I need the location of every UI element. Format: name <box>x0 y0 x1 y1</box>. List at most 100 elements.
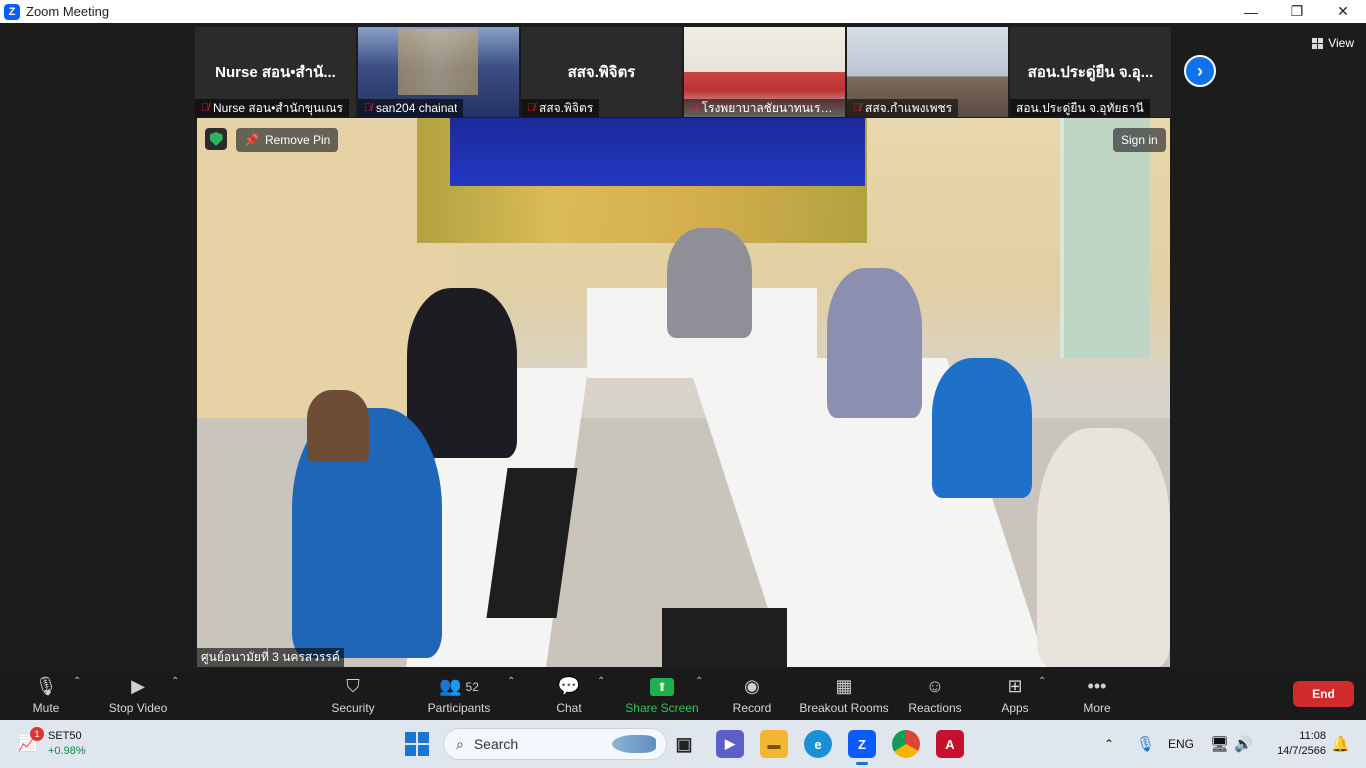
video-scene <box>932 358 1032 498</box>
stock-widget[interactable]: 📈 1 SET50 +0.98% <box>18 726 86 762</box>
zoom-app-icon[interactable]: Z <box>848 730 876 765</box>
breakout-rooms-button[interactable]: ▦ Breakout Rooms <box>798 668 890 720</box>
mic-muted-icon: 🎙̸ <box>200 102 210 114</box>
apps-options-caret[interactable]: ⌃ <box>1038 676 1046 687</box>
windows-taskbar: 📈 1 SET50 +0.98% ⌕ Search ▣ ▶ ▬ e Z A ⌃ … <box>0 720 1366 768</box>
encryption-shield-icon[interactable] <box>205 128 227 150</box>
record-icon: ◉ <box>744 676 760 696</box>
participants-count: 52 <box>465 679 479 694</box>
mute-label: Mute <box>32 700 60 715</box>
maximize-button[interactable]: ❐ <box>1274 0 1320 23</box>
view-button[interactable]: View <box>1312 33 1354 53</box>
record-button[interactable]: ◉ Record <box>730 668 774 720</box>
security-label: Security <box>331 700 375 715</box>
participant-caption: 🎙̸ โรงพยาบาลชัยนาทนเรนทร <box>684 99 845 117</box>
apps-button[interactable]: ⊞ Apps <box>998 668 1032 720</box>
participant-thumbnail[interactable]: สสจ.พิจิตร 🎙̸ สสจ.พิจิตร <box>521 27 682 117</box>
mic-muted-icon: 🎙̸ <box>363 102 373 114</box>
edge-browser-icon[interactable]: e <box>804 730 832 758</box>
meet-chat-icon[interactable]: ▶ <box>716 730 744 758</box>
view-button-label: View <box>1328 36 1354 50</box>
apps-label: Apps <box>1001 700 1029 715</box>
language-indicator[interactable]: ENG <box>1168 720 1194 768</box>
share-screen-label: Share Screen <box>625 700 699 715</box>
share-options-caret[interactable]: ⌃ <box>695 676 703 687</box>
minimize-button[interactable]: — <box>1228 0 1274 23</box>
show-hidden-icons-button[interactable]: ⌃ <box>1104 720 1114 768</box>
participant-name: สอน.ประดู่ยืน จ.อุทัยธานี <box>1016 100 1144 115</box>
taskbar-search[interactable]: ⌕ Search <box>443 728 667 760</box>
video-scene <box>662 608 787 667</box>
video-camera-icon: ▶ <box>131 676 145 696</box>
reactions-button[interactable]: ☺ Reactions <box>906 668 964 720</box>
participant-display-name: Nurse สอน•สำนั... <box>215 64 336 81</box>
sign-in-button[interactable]: Sign in <box>1113 128 1166 152</box>
participants-options-caret[interactable]: ⌃ <box>507 676 515 687</box>
microphone-in-use-icon[interactable]: 🎙 <box>1136 720 1155 768</box>
chevron-right-icon: › <box>1197 60 1203 81</box>
volume-icon[interactable]: 🔊 <box>1234 720 1253 768</box>
participant-name: Nurse สอน•สำนักขุนเณร <box>213 100 343 115</box>
chat-button[interactable]: 💬 Chat <box>552 668 586 720</box>
participant-display-name: สอน.ประดู่ยืน จ.อุ... <box>1027 64 1154 81</box>
next-page-button[interactable]: › <box>1184 55 1216 87</box>
smiley-icon: ☺ <box>925 676 945 696</box>
clock-time: 11:08 <box>1299 730 1326 742</box>
remove-pin-button[interactable]: 📌 Remove Pin <box>236 128 339 152</box>
chat-bubble-icon: 💬 <box>557 676 581 696</box>
end-meeting-button[interactable]: End <box>1293 681 1354 707</box>
notification-badge: 1 <box>30 727 44 741</box>
clock-date: 14/7/2566 <box>1277 745 1326 757</box>
participant-thumbnail[interactable]: 🎙̸ โรงพยาบาลชัยนาทนเรนทร <box>684 27 845 117</box>
stop-video-label: Stop Video <box>108 700 168 715</box>
mute-button[interactable]: 🎙 Mute <box>26 668 66 720</box>
grid-view-icon <box>1312 37 1324 49</box>
breakout-rooms-label: Breakout Rooms <box>799 700 889 715</box>
video-scene <box>827 268 922 418</box>
participant-caption: 🎙̸ Nurse สอน•สำนักขุนเณร <box>195 99 349 117</box>
close-button[interactable]: ✕ <box>1320 0 1366 23</box>
participant-caption: 🎙̸ สสจ.พิจิตร <box>521 99 600 117</box>
file-explorer-icon[interactable]: ▬ <box>760 730 788 758</box>
record-label: Record <box>732 700 772 715</box>
audio-options-caret[interactable]: ⌃ <box>73 676 81 687</box>
reactions-label: Reactions <box>908 700 962 715</box>
participant-thumbnail[interactable]: สอน.ประดู่ยืน จ.อุ... สอน.ประดู่ยืน จ.อุ… <box>1010 27 1171 117</box>
video-options-caret[interactable]: ⌃ <box>171 676 179 687</box>
video-scene <box>307 390 369 462</box>
taskbar-clock[interactable]: 11:08 14/7/2566 <box>1266 729 1326 759</box>
mic-muted-icon: 🎙̸ <box>689 102 698 114</box>
participant-thumbnail[interactable]: Nurse สอน•สำนั... 🎙̸ Nurse สอน•สำนักขุนเ… <box>195 27 356 117</box>
video-scene <box>450 118 865 186</box>
chat-options-caret[interactable]: ⌃ <box>597 676 605 687</box>
task-view-icon[interactable]: ▣ <box>670 730 698 758</box>
window-title-bar: Z Zoom Meeting — ❐ ✕ <box>0 0 1366 23</box>
search-icon: ⌕ <box>456 735 464 752</box>
more-label: More <box>1083 700 1111 715</box>
chrome-browser-icon[interactable] <box>892 730 920 758</box>
participant-thumbnail-strip: Nurse สอน•สำนั... 🎙̸ Nurse สอน•สำนักขุนเ… <box>195 27 1171 117</box>
share-screen-button[interactable]: ⬆ Share Screen <box>624 668 700 720</box>
search-label: Search <box>473 736 519 752</box>
participant-name: สสจ.กำแพงเพชร <box>865 100 953 115</box>
microphone-icon: 🎙 <box>34 676 58 696</box>
share-arrow-icon: ⬆ <box>650 677 674 696</box>
participant-thumbnail[interactable]: 🎙̸ san204 chainat <box>358 27 519 117</box>
windows-start-button[interactable] <box>405 732 429 756</box>
notification-bell-icon[interactable]: 🔔 <box>1331 735 1350 753</box>
more-button[interactable]: ••• More <box>1080 668 1114 720</box>
participants-button[interactable]: 👥 52 Participants <box>424 668 494 720</box>
participant-caption: สอน.ประดู่ยืน จ.อุทัยธานี <box>1010 99 1150 117</box>
participant-name: san204 chainat <box>376 101 458 115</box>
participants-icon-group: 👥 52 <box>439 674 479 700</box>
speaker-name-tag: ศูนย์อนามัยที่ 3 นครสวรรค์ <box>197 648 344 667</box>
participant-thumbnail[interactable]: 🎙̸ สสจ.กำแพงเพชร <box>847 27 1008 117</box>
acrobat-reader-icon[interactable]: A <box>936 730 964 758</box>
security-button[interactable]: ⛉ Security <box>328 668 378 720</box>
meeting-toolbar: 🎙 Mute ⌃ ▶ Stop Video ⌃ ⛉ Security 👥 52 … <box>0 668 1366 720</box>
network-icon[interactable]: 🖥 <box>1210 720 1229 768</box>
participant-name: โรงพยาบาลชัยนาทนเรนทร <box>701 100 839 115</box>
stop-video-button[interactable]: ▶ Stop Video <box>104 668 172 720</box>
ellipsis-icon: ••• <box>1087 676 1107 696</box>
stock-chart-icon: 📈 1 <box>18 727 44 755</box>
